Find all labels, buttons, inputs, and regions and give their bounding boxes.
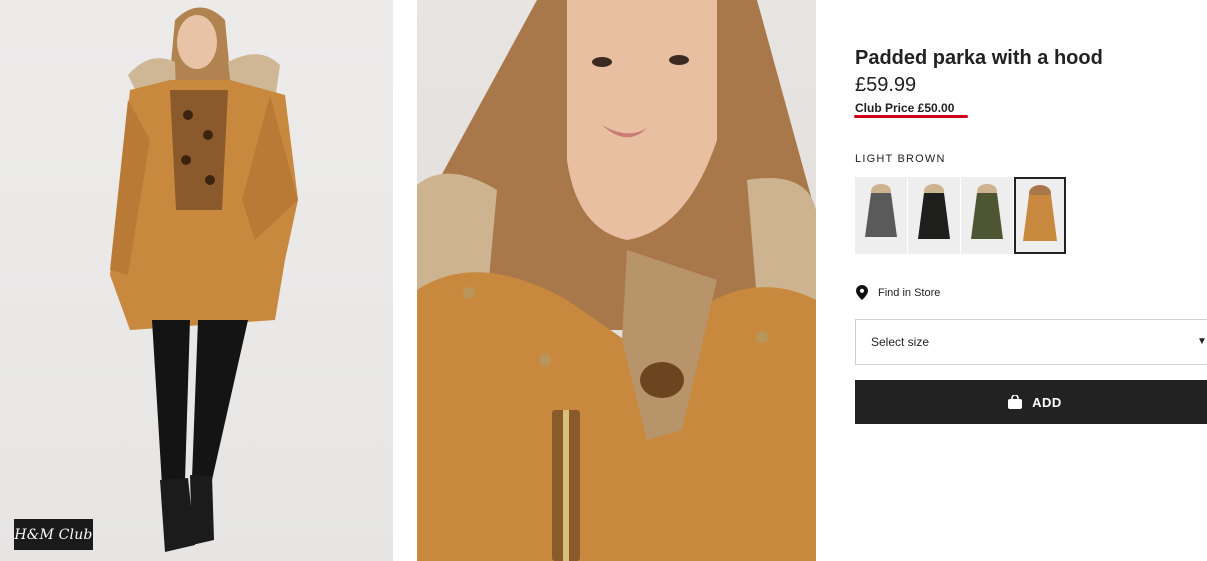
product-price: £59.99 xyxy=(855,74,917,96)
parka-khaki-thumbnail xyxy=(971,184,1003,239)
product-photo-full-body[interactable]: H&M Club xyxy=(0,0,393,561)
shopping-bag-icon xyxy=(1008,395,1023,409)
parka-grey-thumbnail xyxy=(865,184,897,237)
size-select-label: Select size xyxy=(871,335,930,349)
parka-black-thumbnail xyxy=(918,184,950,239)
swatch-khaki[interactable] xyxy=(961,177,1013,254)
size-select[interactable]: Select size ▼ xyxy=(855,319,1207,365)
add-button-label: ADD xyxy=(1032,394,1062,410)
club-price: Club Price £50.00 xyxy=(855,101,955,115)
product-photo-closeup[interactable] xyxy=(417,0,816,561)
color-swatches xyxy=(855,177,1066,254)
product-title: Padded parka with a hood xyxy=(855,47,1103,69)
swatch-grey[interactable] xyxy=(855,177,907,254)
swatch-light-brown[interactable] xyxy=(1014,177,1066,254)
chevron-down-icon: ▼ xyxy=(1197,336,1207,347)
selected-color-label: LIGHT BROWN xyxy=(855,153,946,165)
add-to-bag-button[interactable]: ADD xyxy=(855,380,1207,424)
parka-light-brown-thumbnail xyxy=(1023,185,1057,241)
product-info-panel: Padded parka with a hood £59.99 Club Pri… xyxy=(854,0,1207,561)
model-full-body-illustration xyxy=(110,7,298,552)
model-closeup-illustration xyxy=(417,0,816,561)
find-in-store-link[interactable]: Find in Store xyxy=(856,285,940,300)
map-pin-icon xyxy=(856,285,868,300)
hm-club-badge: H&M Club xyxy=(14,519,93,550)
find-in-store-label: Find in Store xyxy=(878,286,941,299)
swatch-black[interactable] xyxy=(908,177,960,254)
club-price-underline xyxy=(854,115,968,118)
